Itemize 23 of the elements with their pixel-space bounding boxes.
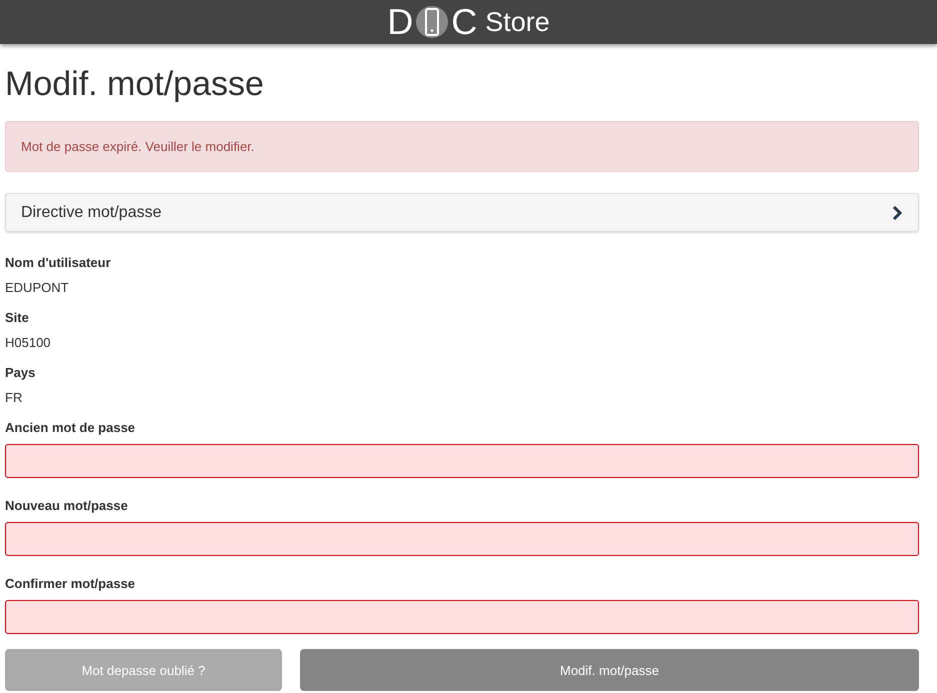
collapsible-panel[interactable]: Directive mot/passe	[5, 193, 919, 232]
field-label: Confirmer mot/passe	[5, 575, 136, 592]
error-alert: Mot de passe expiré. Veuiller le modifier.	[5, 121, 919, 172]
page-title: Modif. mot/passe	[5, 64, 265, 104]
field-label: Site	[5, 309, 30, 326]
password-field[interactable]	[5, 522, 919, 556]
submit-button[interactable]: Modif. mot/passe	[300, 649, 919, 691]
field-label: Nouveau mot/passe	[5, 497, 129, 514]
phone-icon	[415, 5, 450, 39]
logo-text: D	[387, 4, 414, 40]
password-field[interactable]	[5, 600, 919, 634]
logo-text: C	[451, 4, 478, 40]
forgot-password-button[interactable]: Mot depasse oublié ?	[5, 649, 282, 691]
field-label: Nom d'utilisateur	[5, 254, 112, 271]
password-field[interactable]	[5, 444, 919, 478]
field-label: Pays	[5, 364, 36, 381]
field-label: Ancien mot de passe	[5, 419, 136, 436]
chevron-icon	[891, 206, 903, 220]
field-value: FR	[5, 389, 24, 406]
logo-text: Store	[485, 8, 550, 36]
field-value: H05100	[5, 334, 52, 351]
field-value: EDUPONT	[5, 279, 70, 296]
panel-title: Directive mot/passe	[21, 204, 162, 222]
